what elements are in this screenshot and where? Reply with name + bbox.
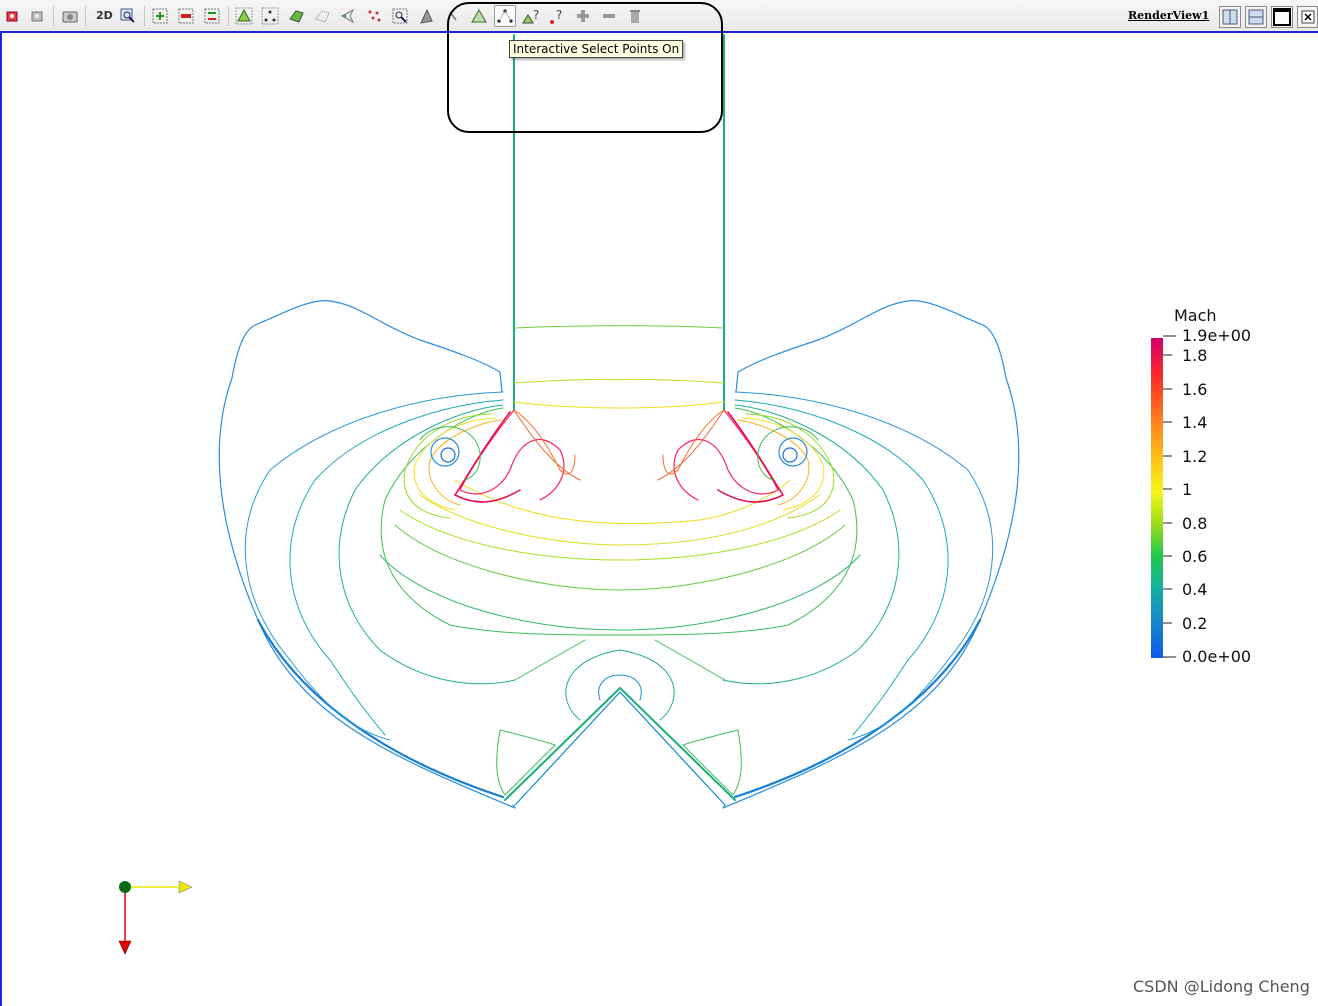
colorbar-tick-max: 1.9e+00: [1182, 326, 1252, 345]
select-cells-polygon-icon[interactable]: [363, 5, 385, 27]
split-horizontal-icon[interactable]: [1219, 6, 1241, 28]
colorbar-tick: 1: [1182, 480, 1193, 499]
toggle-selection-icon[interactable]: [201, 5, 223, 27]
interactive-select-cells-icon[interactable]: [415, 5, 437, 27]
reset-camera-icon[interactable]: [2, 5, 24, 27]
annotation-highlight-box: [447, 2, 723, 133]
colorbar-tick: 0.8: [1182, 514, 1208, 533]
render-view-canvas[interactable]: Mach 1.9e+00 1.8 1.6 1.4 1.2 1 0.8 0.6 0…: [0, 31, 1318, 1006]
orientation-axes: [118, 880, 193, 955]
add-selection-icon[interactable]: [149, 5, 171, 27]
select-points-on-icon[interactable]: [259, 5, 281, 27]
colorbar-tick: 1.6: [1182, 380, 1208, 399]
zoom-to-box-icon[interactable]: [117, 5, 139, 27]
remove-selection-icon[interactable]: [175, 5, 197, 27]
colorbar-gradient: [1151, 338, 1163, 658]
maximize-icon[interactable]: [1271, 6, 1293, 28]
colorbar-tick: 1.8: [1182, 346, 1208, 365]
select-cells-frustum-icon[interactable]: [285, 5, 307, 27]
split-vertical-icon[interactable]: [1245, 6, 1267, 28]
zoom-to-data-icon[interactable]: [27, 5, 49, 27]
colorbar-title: Mach: [1174, 306, 1217, 325]
tooltip: Interactive Select Points On: [509, 40, 684, 58]
select-points-frustum-icon[interactable]: [311, 5, 333, 27]
select-cells-on-icon[interactable]: [233, 5, 255, 27]
mode-2d-button[interactable]: 2D: [96, 9, 113, 22]
colorbar-tick: 1.2: [1182, 447, 1208, 466]
colorbar-tick-min: 0.0e+00: [1182, 647, 1252, 666]
select-points-polygon-icon[interactable]: [389, 5, 411, 27]
colorbar-tick: 0.4: [1182, 580, 1208, 599]
mach-contour-plot: [118, 34, 1176, 955]
select-block-icon[interactable]: [337, 5, 359, 27]
close-icon[interactable]: [1297, 6, 1318, 28]
watermark: CSDN @Lidong Cheng: [1133, 977, 1310, 996]
colorbar-tick: 0.6: [1182, 547, 1208, 566]
capture-screenshot-icon[interactable]: [59, 5, 81, 27]
colorbar-tick: 0.2: [1182, 614, 1208, 633]
colorbar-tick: 1.4: [1182, 413, 1208, 432]
render-view-title[interactable]: RenderView1: [1128, 9, 1209, 22]
